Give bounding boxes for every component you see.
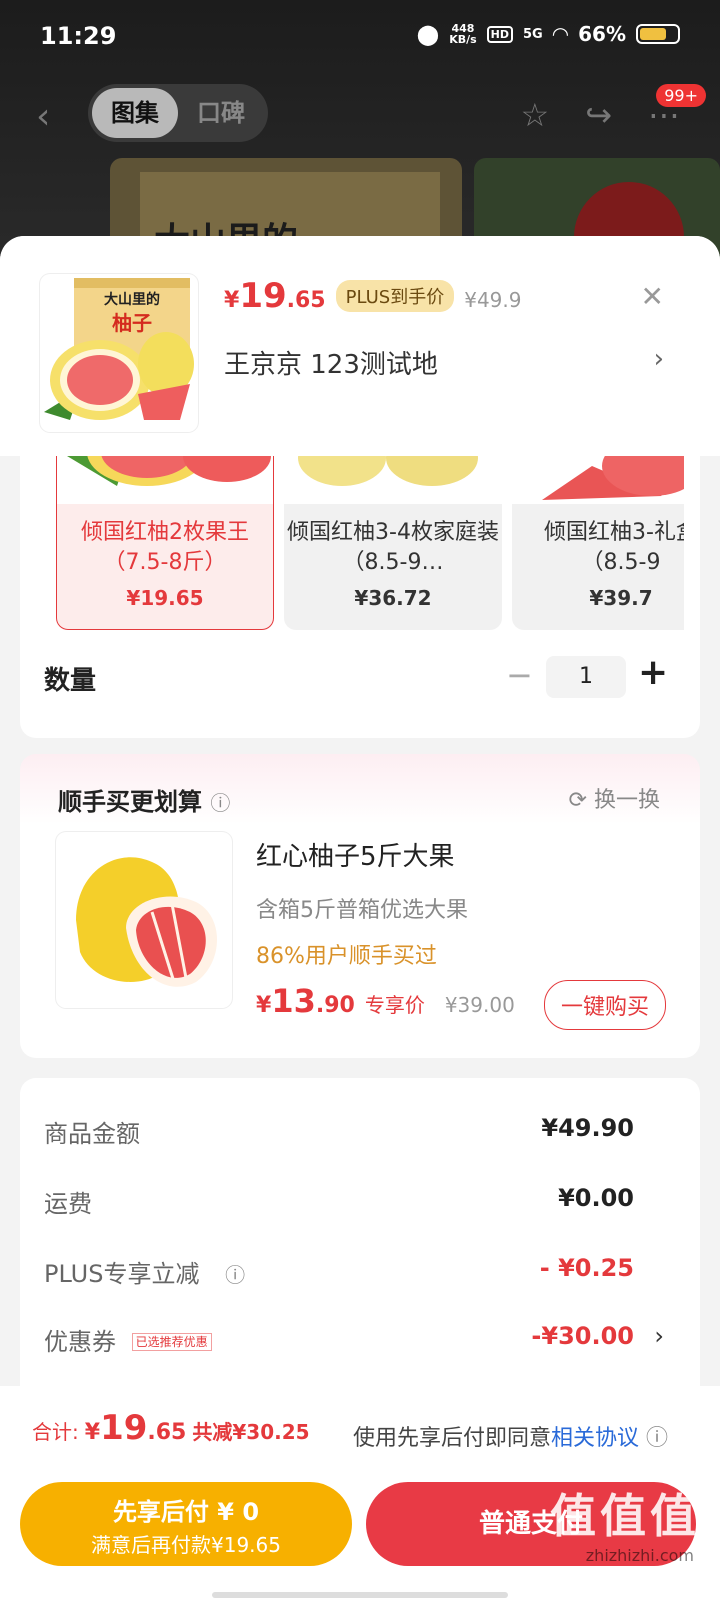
favorite-star-icon[interactable]: ☆	[521, 96, 550, 134]
agreement-link[interactable]: 相关协议	[551, 1426, 639, 1451]
battery-icon	[636, 24, 680, 44]
sku-name: 倾国红柚2枚果王（7.5-8斤）	[81, 520, 249, 575]
chevron-right-icon[interactable]: ›	[654, 1322, 664, 1350]
pay-later-button[interactable]: 先享后付 ¥ 0 满意后再付款¥19.65	[20, 1482, 352, 1566]
top-nav: ‹ 图集 口碑 ☆ ↪ ⋯ 99+	[0, 84, 720, 144]
action-bar: 先享后付 ¥ 0 满意后再付款¥19.65 普通支付 值值值 zhizhizhi…	[0, 1470, 720, 1600]
battery-percent: 66%	[578, 22, 626, 46]
agreement-text: 使用先享后付即同意相关协议 ⓘ	[352, 1426, 668, 1451]
sku-option-1[interactable]: 倾国红柚2枚果王（7.5-8斤） ¥19.65	[56, 456, 274, 630]
background-page: 11:29 ⬤ 448 KB/s HD 5G ◠ 66% ‹ 图集 口碑 ☆ ↪ …	[0, 0, 720, 260]
sku-image	[512, 456, 684, 504]
tab-gallery[interactable]: 图集	[92, 88, 178, 138]
tab-switcher: 图集 口碑	[88, 84, 268, 142]
pomelo-box-image: 大山里的 柚子	[44, 278, 194, 420]
sku-option-price: ¥19.65	[126, 586, 204, 610]
total-bar: 合计: ¥19.65 共减¥30.25 使用先享后付即同意相关协议 ⓘ	[0, 1386, 720, 1470]
goods-amount-row: 商品金额 ¥49.90	[44, 1114, 634, 1148]
plus-price-tag: PLUS到手价	[335, 280, 455, 312]
total-saved: 共减¥30.25	[192, 1420, 310, 1444]
location-icon: ⬤	[416, 22, 440, 46]
wifi-icon: ◠	[552, 22, 569, 46]
quantity-input[interactable]: 1	[546, 656, 626, 698]
coupon-row[interactable]: 优惠券 已选推荐优惠 -¥30.00 ›	[44, 1322, 664, 1362]
upsell-social-proof: 86%用户顺手买过	[256, 944, 437, 969]
product-thumbnail[interactable]: 大山里的 柚子	[40, 274, 198, 432]
refresh-icon: ⟳	[568, 788, 587, 813]
original-price: ¥49.9	[464, 288, 522, 312]
quantity-increase-button[interactable]: +	[638, 652, 668, 693]
sku-option-price: ¥39.7	[589, 586, 653, 610]
sku-option-price: ¥36.72	[354, 586, 432, 610]
status-bar: 11:29 ⬤ 448 KB/s HD 5G ◠ 66%	[0, 0, 720, 70]
info-icon[interactable]: ⓘ	[646, 1426, 668, 1451]
sku-option-2[interactable]: 倾国红柚3-4枚家庭装（8.5-9… ¥36.72	[284, 456, 502, 630]
upsell-price: ¥13.90	[256, 982, 355, 1020]
tab-reviews[interactable]: 口碑	[178, 88, 264, 138]
sku-image	[57, 456, 273, 504]
upsell-product-desc: 含箱5斤普箱优选大果	[256, 898, 468, 923]
message-badge: 99+	[656, 84, 706, 107]
hd-icon: HD	[486, 25, 514, 43]
svg-text:大山里的: 大山里的	[104, 291, 160, 308]
sku-header: 大山里的 柚子 ¥19.65 PLUS到手价 ¥49.9 ✕ 王京京 123测试…	[0, 236, 720, 456]
sku-list: 倾国红柚2枚果王（7.5-8斤） ¥19.65 倾国红柚3-4枚家庭装（8.5-…	[56, 456, 684, 632]
sku-name: 倾国红柚3-礼盒（8.5-9	[544, 520, 684, 575]
net-speed: 448 KB/s	[449, 22, 477, 46]
exclusive-price-tag: 专享价	[364, 993, 425, 1017]
back-icon[interactable]: ‹	[36, 96, 50, 137]
watermark: 值值值	[550, 1489, 700, 1543]
info-icon[interactable]: ⓘ	[225, 1263, 245, 1287]
upsell-original-price: ¥39.00	[444, 993, 515, 1017]
upsell-card: 顺手买更划算 ⓘ ⟳ 换一换 红心柚子5斤大果 含箱5斤普箱优选大果 86%用户…	[20, 754, 700, 1058]
sku-price: ¥19.65	[224, 276, 326, 316]
watermark-url: zhizhizhi.com	[585, 1546, 694, 1565]
signal-icon: 5G	[523, 26, 543, 42]
swap-button[interactable]: ⟳ 换一换	[569, 782, 660, 814]
sku-option-3[interactable]: 倾国红柚3-礼盒（8.5-9 ¥39.7	[512, 456, 684, 630]
close-icon[interactable]: ✕	[641, 280, 664, 313]
info-icon[interactable]: ⓘ	[210, 791, 230, 815]
home-indicator[interactable]	[212, 1592, 508, 1598]
status-time: 11:29	[40, 22, 117, 50]
share-icon[interactable]: ↪	[585, 96, 612, 134]
shipping-row: 运费 ¥0.00	[44, 1184, 634, 1218]
quantity-decrease-button[interactable]: −	[506, 656, 533, 694]
upsell-product-title[interactable]: 红心柚子5斤大果	[256, 836, 455, 873]
coupon-recommended-tag: 已选推荐优惠	[131, 1333, 212, 1351]
quantity-label: 数量	[44, 666, 97, 696]
upsell-product-image[interactable]	[56, 832, 232, 1008]
chevron-right-icon[interactable]: ›	[654, 344, 664, 374]
sku-name: 倾国红柚3-4枚家庭装（8.5-9…	[287, 520, 499, 575]
one-click-buy-button[interactable]: 一键购买	[543, 980, 666, 1030]
upsell-title: 顺手买更划算 ⓘ	[58, 788, 231, 816]
plus-discount-row: PLUS专享立减 ⓘ - ¥0.25	[44, 1254, 634, 1288]
sku-image	[284, 456, 502, 504]
price-summary-card: 商品金额 ¥49.90 运费 ¥0.00 PLUS专享立减 ⓘ - ¥0.25 …	[20, 1078, 700, 1438]
total-price: 合计: ¥19.65 共减¥30.25	[32, 1408, 310, 1448]
delivery-address[interactable]: 王京京 123测试地	[224, 344, 438, 381]
sku-card: 倾国红柚2枚果王（7.5-8斤） ¥19.65 倾国红柚3-4枚家庭装（8.5-…	[20, 456, 700, 738]
svg-text:柚子: 柚子	[112, 311, 152, 335]
